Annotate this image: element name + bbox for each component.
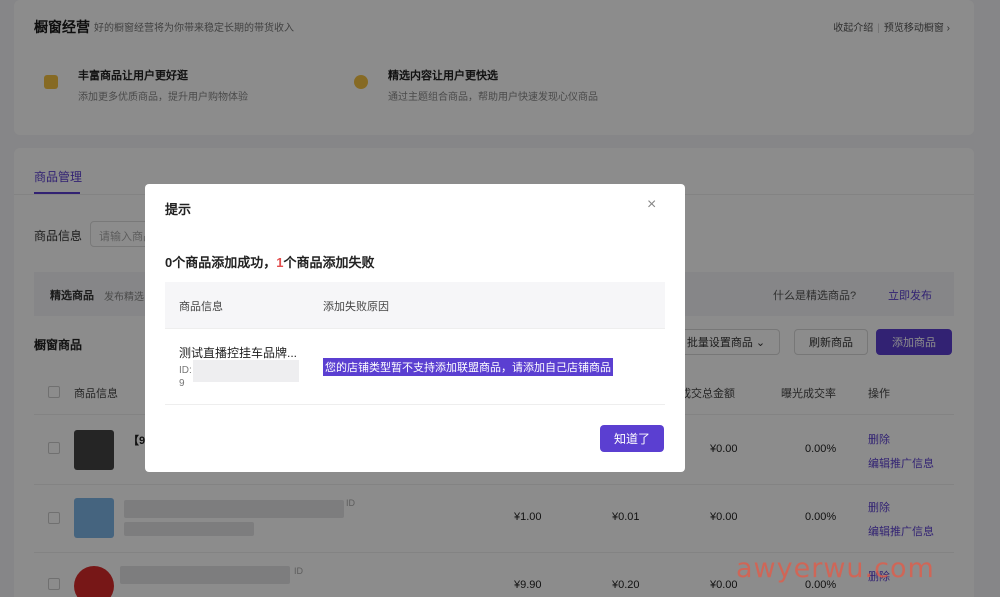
result-summary: 0个商品添加成功，1个商品添加失败 <box>165 252 374 271</box>
summary-fail: 个商品添加失败 <box>283 255 375 270</box>
dialog-col-info: 商品信息 <box>179 301 223 313</box>
failed-item-id: ID: 9 <box>179 364 192 390</box>
dialog-row-sep <box>165 404 665 405</box>
summary-success: 0个商品添加成功， <box>165 255 277 270</box>
fail-reason: 您的店铺类型暂不支持添加联盟商品，请添加自己店铺商品 <box>323 358 613 376</box>
id-label: ID: <box>179 365 192 376</box>
dialog-table-header <box>165 282 665 328</box>
close-icon[interactable]: × <box>647 196 656 214</box>
tip-dialog: 提示 × 0个商品添加成功，1个商品添加失败 商品信息 添加失败原因 测试直播控… <box>145 184 685 472</box>
dialog-row-sep <box>165 328 665 329</box>
dialog-title: 提示 <box>165 202 192 217</box>
id-tail: 9 <box>179 378 185 389</box>
dialog-col-reason: 添加失败原因 <box>323 301 389 313</box>
failed-item-name: 测试直播控挂车品牌... <box>179 346 298 360</box>
blurred-id <box>193 360 299 382</box>
watermark: awyerwu.com <box>736 553 935 584</box>
ok-button[interactable]: 知道了 <box>600 425 664 452</box>
